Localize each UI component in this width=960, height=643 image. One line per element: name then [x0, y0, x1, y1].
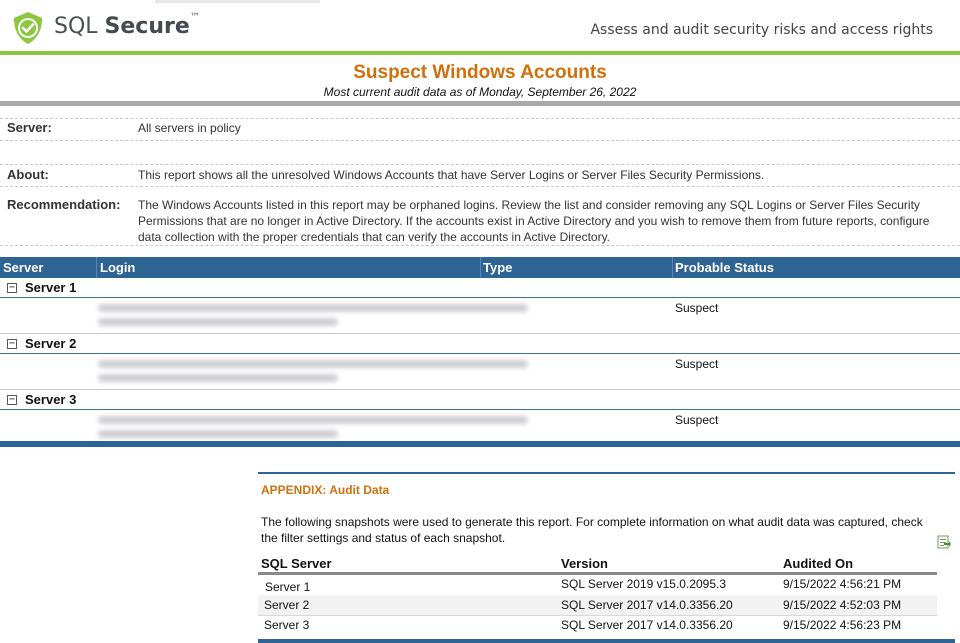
- snapshot-server[interactable]: Server 1: [265, 580, 310, 594]
- recommendation-value: The Windows Accounts listed in this repo…: [138, 198, 930, 244]
- dashed-divider: [0, 118, 960, 119]
- appendix-text: The following snapshots were used to gen…: [261, 515, 923, 545]
- appendix-top-border: [258, 472, 955, 474]
- dashed-divider: [0, 140, 960, 141]
- column-divider: [480, 257, 481, 278]
- appendix-bottom-border: [258, 639, 955, 643]
- redacted-login: [98, 357, 536, 385]
- about-label: About:: [7, 167, 49, 182]
- top-strip: [155, 0, 320, 3]
- snapshot-header-rule: [258, 572, 937, 575]
- group-divider: [0, 409, 960, 410]
- column-divider: [96, 257, 97, 278]
- dashed-divider: [0, 245, 960, 246]
- snapshot-audited-on: 9/15/2022 4:52:03 PM: [783, 598, 902, 612]
- group-name: Server 2: [25, 336, 77, 351]
- dashed-divider: [0, 164, 960, 165]
- column-divider: [672, 257, 673, 278]
- server-label: Server:: [7, 120, 52, 135]
- snapshot-version: SQL Server 2019 v15.0.2095.3: [561, 577, 726, 591]
- group-divider: [0, 297, 960, 298]
- collapse-minus-icon[interactable]: −: [7, 283, 17, 293]
- snapshot-version: SQL Server 2017 v14.0.3356.20: [561, 618, 733, 632]
- table-row: Server 3 SQL Server 2017 v14.0.3356.20 9…: [258, 615, 937, 635]
- collapse-minus-icon[interactable]: −: [7, 395, 17, 405]
- report-subtitle: Most current audit data as of Monday, Se…: [323, 85, 637, 99]
- tagline: Assess and audit security risks and acce…: [590, 22, 933, 38]
- column-header-server[interactable]: Server: [3, 260, 43, 275]
- column-header-version: Version: [561, 556, 608, 571]
- status-value: Suspect: [675, 357, 719, 371]
- status-value: Suspect: [675, 301, 719, 315]
- snapshot-server[interactable]: Server 3: [264, 618, 309, 632]
- table-header: Server Login Type Probable Status: [0, 257, 960, 278]
- appendix-title: APPENDIX: Audit Data: [261, 483, 390, 497]
- column-header-login[interactable]: Login: [100, 260, 135, 275]
- title-divider: [0, 101, 960, 106]
- header-divider: [0, 51, 960, 55]
- group-row-server-3: − Server 3: [0, 390, 960, 410]
- collapse-minus-icon[interactable]: −: [7, 339, 17, 349]
- recommendation-label: Recommendation:: [7, 197, 121, 212]
- group-row-server-1: − Server 1: [0, 278, 960, 298]
- table-bottom-border: [0, 441, 960, 447]
- redacted-login: [98, 301, 536, 329]
- brand-name: SQL Secure™: [54, 12, 200, 39]
- snapshot-version: SQL Server 2017 v14.0.3356.20: [561, 598, 733, 612]
- column-header-audited-on: Audited On: [783, 556, 854, 571]
- app-header: SQL Secure™ Assess and audit security ri…: [0, 0, 960, 51]
- column-header-sql-server: SQL Server: [261, 556, 332, 571]
- group-name: Server 3: [25, 392, 77, 407]
- snapshot-audited-on: 9/15/2022 4:56:23 PM: [783, 618, 902, 632]
- export-excel-icon[interactable]: [937, 535, 951, 549]
- snapshot-audited-on: 9/15/2022 4:56:21 PM: [783, 577, 902, 591]
- column-header-type[interactable]: Type: [483, 260, 512, 275]
- group-row-server-2: − Server 2: [0, 334, 960, 354]
- table-row: Server 1 SQL Server 2019 v15.0.2095.3 9/…: [258, 576, 937, 596]
- group-divider: [0, 353, 960, 354]
- dashed-divider: [0, 186, 960, 187]
- column-header-probable-status[interactable]: Probable Status: [675, 260, 774, 275]
- shield-check-icon: [14, 12, 42, 44]
- report-title: Suspect Windows Accounts: [353, 62, 607, 83]
- status-value: Suspect: [675, 413, 719, 427]
- table-row: Server 2 SQL Server 2017 v14.0.3356.20 9…: [258, 595, 937, 615]
- redacted-login: [98, 413, 536, 441]
- server-value: All servers in policy: [138, 121, 241, 135]
- about-value: This report shows all the unresolved Win…: [138, 168, 765, 182]
- snapshot-server[interactable]: Server 2: [264, 598, 309, 612]
- group-name: Server 1: [25, 280, 77, 295]
